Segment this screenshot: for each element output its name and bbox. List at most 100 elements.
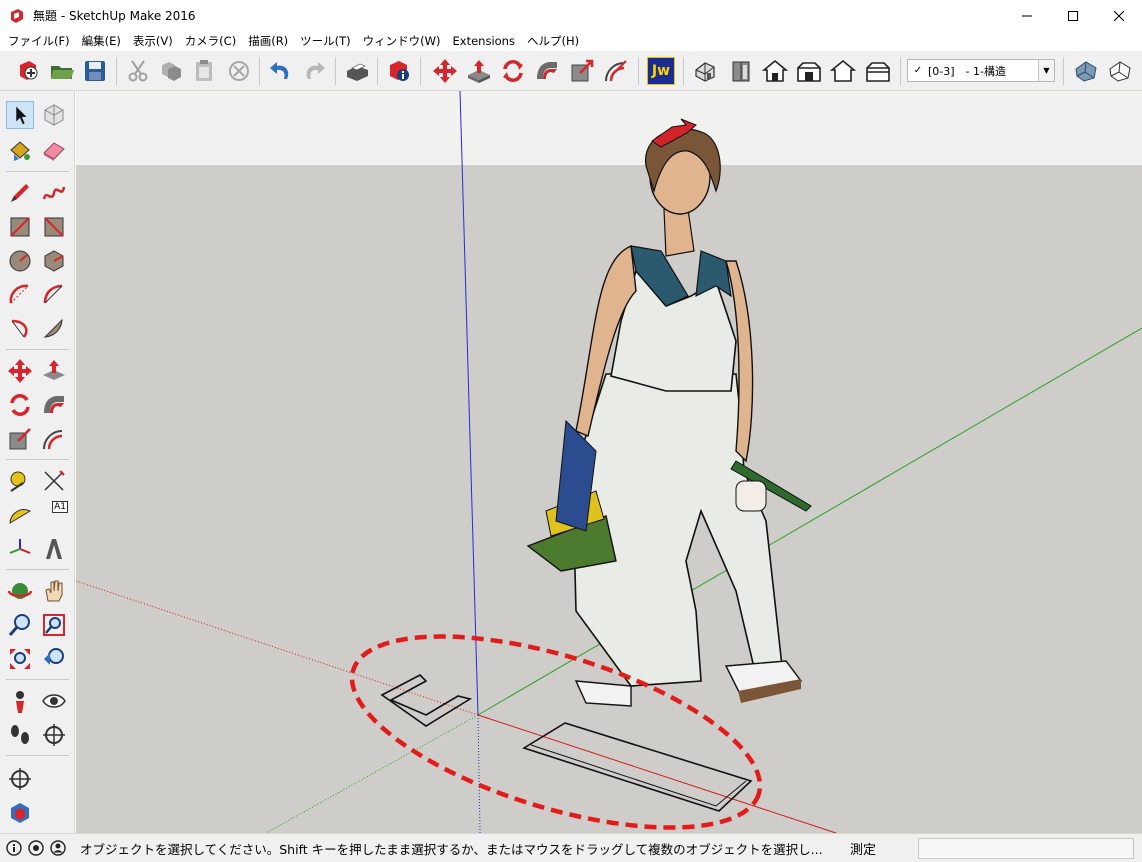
zoom-window-icon[interactable]: [40, 611, 68, 639]
redo-icon[interactable]: [300, 57, 328, 85]
3d-text-icon[interactable]: [40, 535, 68, 563]
two-point-arc-icon[interactable]: [40, 281, 68, 309]
rectangle-icon[interactable]: [6, 213, 34, 241]
eraser-icon[interactable]: [40, 136, 68, 164]
xray-style-icon[interactable]: [1072, 57, 1100, 85]
warehouse-icon[interactable]: [6, 799, 34, 827]
measurements-field[interactable]: [918, 838, 1134, 859]
polygon-icon[interactable]: [40, 247, 68, 275]
orbit-icon[interactable]: [6, 577, 34, 605]
select-icon[interactable]: [6, 101, 34, 129]
layer-check-icon: ✓: [913, 65, 923, 76]
menu-view[interactable]: 表示(V): [127, 33, 179, 49]
text-icon[interactable]: A1: [40, 501, 68, 529]
move-icon[interactable]: [431, 57, 459, 85]
paste-icon[interactable]: [190, 57, 218, 85]
rotated-rectangle-icon[interactable]: [40, 213, 68, 241]
erase-icon[interactable]: [225, 57, 253, 85]
menu-file[interactable]: ファイル(F): [2, 33, 76, 49]
menu-window[interactable]: ウィンドウ(W): [357, 33, 447, 49]
rotate-icon[interactable]: [499, 57, 527, 85]
layer-value: [0-3] - 1-構造: [928, 64, 1006, 78]
menu-draw[interactable]: 描画(R): [242, 33, 294, 49]
section-plane-icon[interactable]: [40, 721, 68, 749]
user-icon[interactable]: [50, 840, 66, 856]
three-point-arc-icon[interactable]: [6, 315, 34, 343]
top-view-icon[interactable]: [727, 57, 755, 85]
pan-icon[interactable]: [40, 577, 68, 605]
left-toolbar: A1: [0, 91, 75, 833]
main-toolbar: Jw ✓ [0-3] - 1-構造 ▼: [0, 51, 1142, 91]
ground-rectangle-outline: [522, 722, 753, 812]
push-pull-icon[interactable]: [40, 357, 68, 385]
dimension-icon[interactable]: [40, 467, 68, 495]
follow-me-icon[interactable]: [40, 391, 68, 419]
minimize-button[interactable]: [1004, 0, 1050, 31]
scale-icon[interactable]: [6, 425, 34, 453]
wireframe-style-icon[interactable]: [1106, 57, 1134, 85]
close-button[interactable]: [1096, 0, 1142, 31]
position-camera-icon[interactable]: [6, 687, 34, 715]
scale-icon[interactable]: [568, 57, 596, 85]
model-viewport[interactable]: [76, 91, 1142, 833]
zoom-extents-icon[interactable]: [6, 645, 34, 673]
section-display-icon[interactable]: [6, 765, 34, 793]
move-icon[interactable]: [6, 357, 34, 385]
info-icon[interactable]: [6, 840, 22, 856]
freehand-icon[interactable]: [40, 179, 68, 207]
pencil-line-icon[interactable]: [6, 179, 34, 207]
walk-icon[interactable]: [6, 721, 34, 749]
pie-icon[interactable]: [40, 315, 68, 343]
push-pull-icon[interactable]: [465, 57, 493, 85]
menu-camera[interactable]: カメラ(C): [179, 33, 243, 49]
undo-icon[interactable]: [267, 57, 295, 85]
green-axis-hidden: [265, 714, 479, 833]
arc-icon[interactable]: [6, 281, 34, 309]
credits-icon[interactable]: [28, 840, 44, 856]
measurements-label: 測定: [850, 842, 877, 858]
text-tool-label: A1: [52, 501, 68, 513]
rotate-icon[interactable]: [6, 391, 34, 419]
iso-view-icon[interactable]: [692, 57, 720, 85]
layer-dropdown[interactable]: ✓ [0-3] - 1-構造 ▼: [907, 59, 1055, 82]
save-icon[interactable]: [81, 57, 109, 85]
tape-measure-icon[interactable]: [6, 467, 34, 495]
menu-extensions[interactable]: Extensions: [447, 34, 521, 48]
follow-me-icon[interactable]: [533, 57, 561, 85]
zoom-icon[interactable]: [6, 611, 34, 639]
annotation-ellipse: [349, 634, 763, 830]
menu-edit[interactable]: 編集(E): [76, 33, 127, 49]
left-view-icon[interactable]: [864, 57, 892, 85]
circle-icon[interactable]: [6, 247, 34, 275]
red-axis: [477, 714, 837, 833]
offset-icon[interactable]: [40, 425, 68, 453]
status-message: オブジェクトを選択してください。Shift キーを押したまま選択するか、またはマ…: [80, 841, 823, 857]
new-icon[interactable]: [14, 57, 42, 85]
cut-icon[interactable]: [124, 57, 152, 85]
maximize-button[interactable]: [1050, 0, 1096, 31]
open-icon[interactable]: [48, 57, 76, 85]
chevron-down-icon[interactable]: ▼: [1038, 60, 1054, 81]
front-view-icon[interactable]: [761, 57, 789, 85]
protractor-icon[interactable]: [6, 501, 34, 529]
axes-icon[interactable]: [6, 535, 34, 563]
right-view-icon[interactable]: [795, 57, 823, 85]
copy-icon[interactable]: [157, 57, 185, 85]
make-component-icon[interactable]: [40, 101, 68, 129]
person-figure: [526, 118, 812, 707]
look-around-icon[interactable]: [40, 687, 68, 715]
offset-icon[interactable]: [602, 57, 630, 85]
back-view-icon[interactable]: [829, 57, 857, 85]
close-icon: [1114, 10, 1124, 21]
previous-view-icon[interactable]: [40, 645, 68, 673]
menu-help[interactable]: ヘルプ(H): [521, 33, 585, 49]
status-bar: オブジェクトを選択してください。Shift キーを押したまま選択するか、またはマ…: [0, 833, 1142, 862]
window-title: 無題 - SketchUp Make 2016: [33, 9, 196, 23]
print-icon[interactable]: [343, 57, 371, 85]
jw-export-icon[interactable]: Jw: [647, 57, 675, 85]
title-bar: 無題 - SketchUp Make 2016: [0, 0, 1142, 31]
menu-tools[interactable]: ツール(T): [294, 33, 357, 49]
model-info-icon[interactable]: [385, 57, 413, 85]
paint-bucket-icon[interactable]: [6, 136, 34, 164]
blue-axis-hidden: [477, 714, 481, 833]
